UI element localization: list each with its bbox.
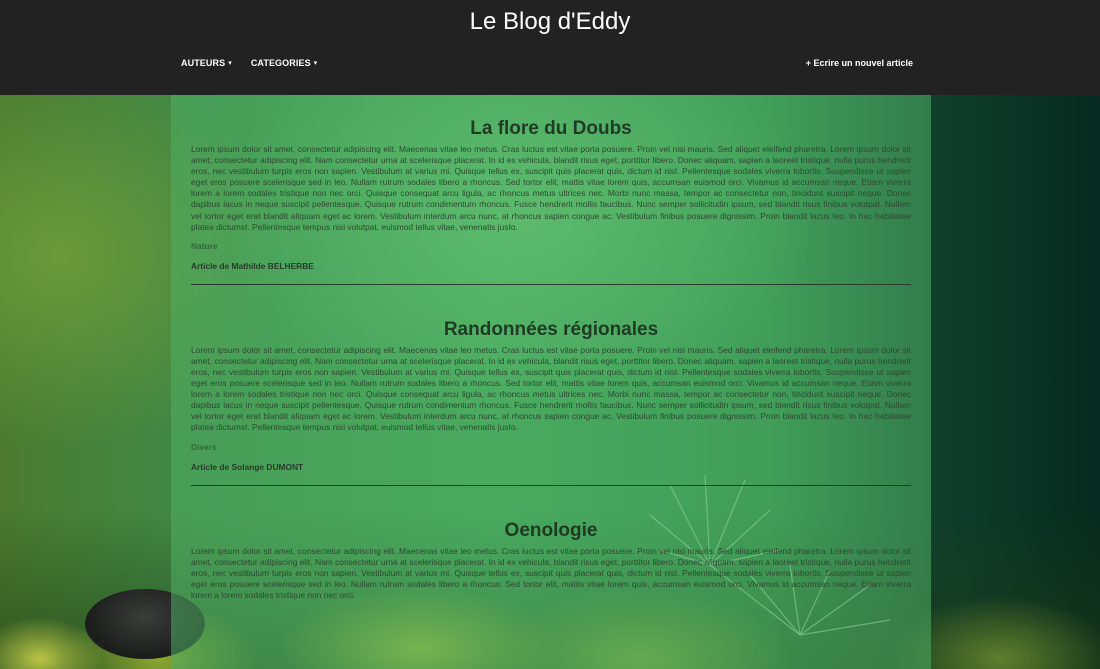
nav-authors-label: AUTEURS [181, 58, 226, 68]
site-header: Le Blog d'Eddy AUTEURS ▾ CATEGORIES ▾ + … [0, 0, 1100, 95]
article-category-link[interactable]: Divers [191, 442, 911, 452]
article-title[interactable]: Oenologie [191, 519, 911, 543]
articles-panel: La flore du Doubs Lorem ipsum dolor sit … [171, 95, 931, 669]
article-title[interactable]: Randonnées régionales [191, 318, 911, 342]
article-author: Article de Solange DUMONT [191, 461, 304, 472]
caret-down-icon: ▾ [313, 60, 318, 67]
article-author: Article de Mathilde BELHERBE [191, 260, 314, 271]
article-title[interactable]: La flore du Doubs [191, 117, 911, 141]
article-body: Lorem ipsum dolor sit amet, consectetur … [191, 344, 911, 433]
site-title[interactable]: Le Blog d'Eddy [0, 6, 1100, 38]
article-card: La flore du Doubs Lorem ipsum dolor sit … [171, 95, 931, 285]
article-body: Lorem ipsum dolor sit amet, consectetur … [191, 545, 911, 600]
article-card: Oenologie Lorem ipsum dolor sit amet, co… [171, 486, 931, 601]
article-body: Lorem ipsum dolor sit amet, consectetur … [191, 144, 911, 232]
article-category-link[interactable]: Nature [191, 241, 911, 251]
new-article-link[interactable]: + Ecrire un nouvel article [806, 58, 913, 68]
article-card: Randonnées régionales Lorem ipsum dolor … [171, 285, 931, 486]
nav-categories-dropdown[interactable]: CATEGORIES ▾ [251, 58, 317, 68]
nav-categories-label: CATEGORIES [250, 58, 311, 68]
nav-authors-dropdown[interactable]: AUTEURS ▾ [181, 58, 232, 68]
caret-down-icon: ▾ [228, 60, 232, 67]
main-nav: AUTEURS ▾ CATEGORIES ▾ [181, 58, 317, 68]
